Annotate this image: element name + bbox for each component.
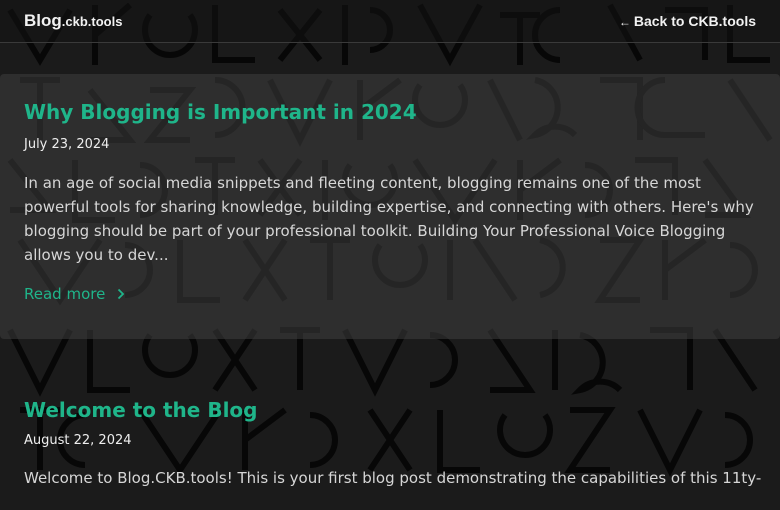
post-date: August 22, 2024 — [24, 433, 132, 448]
brand-main-text: Blog — [24, 11, 62, 30]
read-more-link[interactable]: Read more — [24, 285, 125, 304]
post-card: Why Blogging is Important in 2024 July 2… — [0, 74, 780, 339]
post-title[interactable]: Why Blogging is Important in 2024 — [24, 100, 417, 124]
site-header: Blog.ckb.tools ← Back to CKB.tools — [0, 0, 780, 43]
post-date: July 23, 2024 — [24, 137, 110, 152]
post-card: Welcome to the Blog August 22, 2024 Welc… — [0, 370, 780, 510]
post-title[interactable]: Welcome to the Blog — [24, 398, 257, 422]
post-excerpt: In an age of social media snippets and f… — [24, 174, 754, 264]
chevron-right-icon — [117, 286, 125, 304]
back-to-ckb-tools-link[interactable]: ← Back to CKB.tools — [619, 13, 756, 29]
post-excerpt: Welcome to Blog.CKB.tools! This is your … — [24, 469, 762, 487]
back-link-label: Back to CKB.tools — [633, 13, 756, 29]
read-more-label: Read more — [24, 285, 106, 303]
site-logo[interactable]: Blog.ckb.tools — [24, 11, 122, 31]
left-arrow-icon: ← — [618, 15, 631, 29]
brand-sub-text: .ckb.tools — [61, 14, 123, 29]
